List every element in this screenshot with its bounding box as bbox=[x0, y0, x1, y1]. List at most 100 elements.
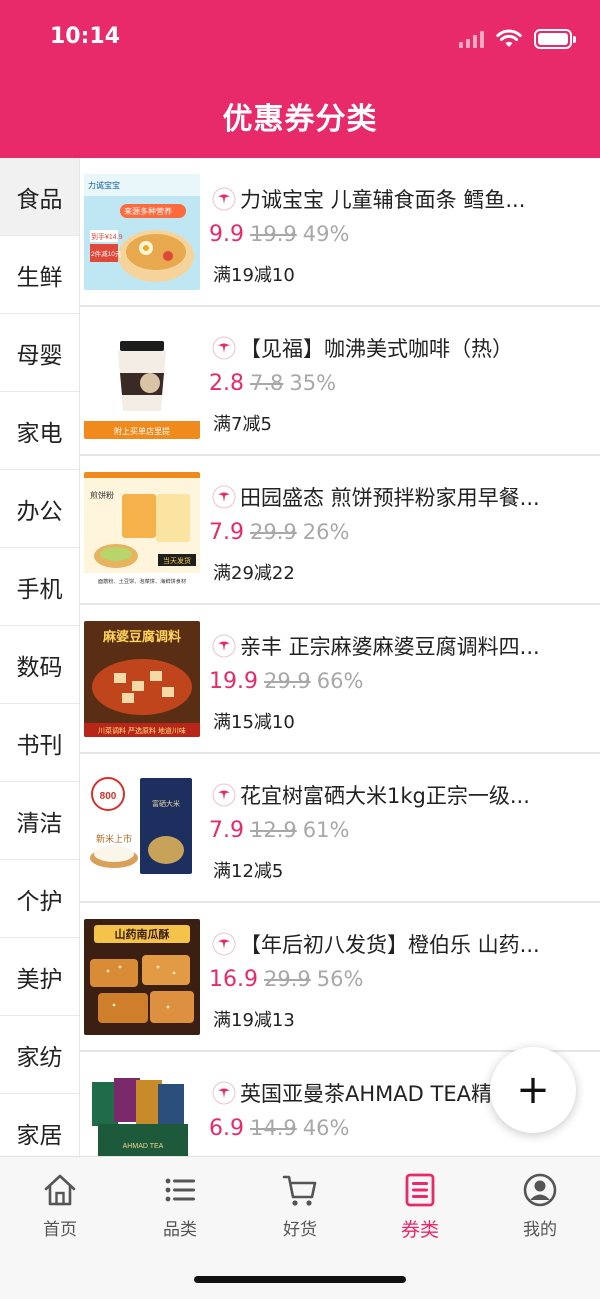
sidebar-item-label: 家纺 bbox=[16, 1044, 63, 1071]
tab-coupons[interactable]: 券类 bbox=[360, 1171, 480, 1242]
sidebar-item-label: 生鲜 bbox=[16, 264, 63, 291]
sidebar-item-books[interactable]: 书刊 bbox=[0, 704, 79, 782]
product-price: 7.9 bbox=[209, 520, 244, 545]
sidebar-item-beauty[interactable]: 美护 bbox=[0, 938, 79, 1016]
sidebar-item-office[interactable]: 办公 bbox=[0, 470, 79, 548]
tab-profile[interactable]: 我的 bbox=[480, 1171, 600, 1240]
cart-icon bbox=[282, 1175, 317, 1206]
discount-percent: 26% bbox=[302, 520, 350, 544]
cellular-signal-icon bbox=[459, 30, 484, 48]
category-sidebar: 食品 生鲜 母婴 家电 办公 手机 数码 书刊 清洁 个护 美护 家纺 家居 bbox=[0, 158, 80, 1156]
product-title: 亲丰 正宗麻婆麻婆豆腐调料四... bbox=[240, 635, 540, 659]
product-image: 山药南瓜酥 bbox=[84, 919, 200, 1035]
sidebar-item-label: 母婴 bbox=[16, 342, 63, 369]
product-price: 6.9 bbox=[209, 1116, 244, 1141]
tmall-shop-icon bbox=[212, 634, 236, 658]
price-row: 16.9 29.9 56% bbox=[209, 967, 363, 992]
discount-percent: 61% bbox=[302, 818, 350, 842]
tab-label: 品类 bbox=[163, 1220, 197, 1240]
tab-label: 我的 bbox=[523, 1220, 557, 1240]
price-row: 7.9 29.9 26% bbox=[209, 520, 349, 545]
product-title-row: 力诚宝宝 儿童辅食面条 鳕鱼... bbox=[212, 184, 547, 214]
image-badge-value: 800 bbox=[100, 791, 117, 802]
tab-label: 好货 bbox=[283, 1220, 317, 1240]
product-title: 英国亚曼茶AHMAD TEA精... bbox=[240, 1082, 512, 1106]
product-price: 16.9 bbox=[209, 967, 258, 992]
tab-goods[interactable]: 好货 bbox=[240, 1171, 360, 1240]
battery-icon bbox=[534, 29, 576, 49]
product-title: 【见福】咖沸美式咖啡（热） bbox=[240, 337, 513, 361]
add-button[interactable]: + bbox=[490, 1047, 576, 1133]
image-badge-text: 力诚宝宝 bbox=[88, 180, 120, 190]
sidebar-item-baby[interactable]: 母婴 bbox=[0, 314, 79, 392]
tab-label: 券类 bbox=[400, 1219, 439, 1241]
sidebar-item-personal-care[interactable]: 个护 bbox=[0, 860, 79, 938]
image-box-text: 富硒大米 bbox=[152, 799, 180, 808]
sidebar-item-phones[interactable]: 手机 bbox=[0, 548, 79, 626]
sidebar-item-label: 家居 bbox=[16, 1122, 63, 1149]
price-row: 2.8 7.8 35% bbox=[209, 371, 336, 396]
header-bar: 10:14 优惠券分类 bbox=[0, 0, 600, 158]
product-title: 田园盛态 煎饼预拌粉家用早餐... bbox=[240, 486, 540, 510]
image-headline-text: 麻婆豆腐调料 bbox=[102, 629, 181, 644]
page-title: 优惠券分类 bbox=[222, 102, 378, 137]
product-item[interactable]: 力诚宝宝 来源多种营养 到手¥14.9 2件减10元 力诚宝宝 儿童辅食面条 鳕… bbox=[80, 158, 600, 307]
discount-percent: 66% bbox=[316, 669, 364, 693]
product-item[interactable]: 800 富硒大米 新米上市 花宜树富硒大米1kg正宗一级... 7.9 12.9… bbox=[80, 754, 600, 903]
product-title-row: 亲丰 正宗麻婆麻婆豆腐调料四... bbox=[212, 631, 547, 661]
tab-home[interactable]: 首页 bbox=[0, 1171, 120, 1240]
product-item[interactable]: 山药南瓜酥 【年后初八发货】橙伯乐 山药... 16.9 29.9 56% 满1… bbox=[80, 903, 600, 1052]
original-price: 7.8 bbox=[250, 371, 284, 395]
product-title-row: 花宜树富硒大米1kg正宗一级... bbox=[212, 780, 547, 810]
product-title: 【年后初八发货】橙伯乐 山药... bbox=[240, 933, 540, 957]
coupon-text: 满12减5 bbox=[213, 861, 284, 882]
product-item[interactable]: 煎饼粉 当天发货 面筋粉、土豆饼、泡菜饼、海鲜饼食材 田园盛态 煎饼预拌粉家用早… bbox=[80, 456, 600, 605]
sidebar-item-label: 手机 bbox=[16, 576, 63, 603]
product-image: 力诚宝宝 来源多种营养 到手¥14.9 2件减10元 bbox=[84, 174, 200, 290]
original-price: 29.9 bbox=[263, 669, 311, 693]
tmall-shop-icon bbox=[212, 336, 236, 360]
product-item[interactable]: 麻婆豆腐调料 川菜调料 严选原料 地道川味 亲丰 正宗麻婆麻婆豆腐调料四... … bbox=[80, 605, 600, 754]
product-title: 花宜树富硒大米1kg正宗一级... bbox=[240, 784, 530, 808]
sidebar-item-cleaning[interactable]: 清洁 bbox=[0, 782, 79, 860]
price-row: 9.9 19.9 49% bbox=[209, 222, 349, 247]
sidebar-item-textiles[interactable]: 家纺 bbox=[0, 1016, 79, 1094]
status-bar: 10:14 bbox=[0, 0, 600, 80]
tmall-shop-icon bbox=[212, 1081, 236, 1105]
tab-category[interactable]: 品类 bbox=[120, 1171, 240, 1240]
tmall-shop-icon bbox=[212, 783, 236, 807]
sidebar-item-appliances[interactable]: 家电 bbox=[0, 392, 79, 470]
product-title-row: 【见福】咖沸美式咖啡（热） bbox=[212, 333, 547, 363]
sidebar-item-label: 食品 bbox=[16, 186, 63, 213]
discount-percent: 35% bbox=[289, 371, 337, 395]
product-image: AHMAD TEA bbox=[84, 1068, 200, 1156]
product-image: 附上买单店里提 bbox=[84, 323, 200, 439]
plus-icon: + bbox=[516, 1067, 550, 1113]
product-price: 9.9 bbox=[209, 222, 244, 247]
product-title-row: 田园盛态 煎饼预拌粉家用早餐... bbox=[212, 482, 547, 512]
sidebar-item-label: 数码 bbox=[16, 654, 63, 681]
sidebar-item-label: 办公 bbox=[16, 498, 63, 525]
tmall-shop-icon bbox=[212, 187, 236, 211]
image-headline-text: 来源多种营养 bbox=[124, 206, 172, 216]
image-shipping-tag: 当天发货 bbox=[163, 556, 191, 565]
product-item[interactable]: 附上买单店里提 【见福】咖沸美式咖啡（热） 2.8 7.8 35% 满7减5 bbox=[80, 307, 600, 456]
product-image: 麻婆豆腐调料 川菜调料 严选原料 地道川味 bbox=[84, 621, 200, 737]
sidebar-item-fresh[interactable]: 生鲜 bbox=[0, 236, 79, 314]
profile-icon bbox=[523, 1173, 557, 1207]
coupon-text: 满7减5 bbox=[213, 414, 272, 435]
sidebar-item-digital[interactable]: 数码 bbox=[0, 626, 79, 704]
status-icons bbox=[459, 26, 576, 52]
tmall-shop-icon bbox=[212, 485, 236, 509]
sidebar-item-label: 清洁 bbox=[16, 810, 63, 837]
sidebar-item-food[interactable]: 食品 bbox=[0, 158, 79, 236]
sidebar-item-home[interactable]: 家居 bbox=[0, 1094, 79, 1156]
coupon-icon bbox=[405, 1173, 435, 1207]
product-price: 7.9 bbox=[209, 818, 244, 843]
status-time: 10:14 bbox=[50, 24, 121, 49]
original-price: 29.9 bbox=[263, 967, 311, 991]
image-tag-promo: 2件减10元 bbox=[91, 249, 122, 258]
image-headline-text: 山药南瓜酥 bbox=[115, 927, 170, 941]
original-price: 14.9 bbox=[250, 1116, 297, 1140]
image-footer-text: 新米上市 bbox=[96, 833, 132, 844]
